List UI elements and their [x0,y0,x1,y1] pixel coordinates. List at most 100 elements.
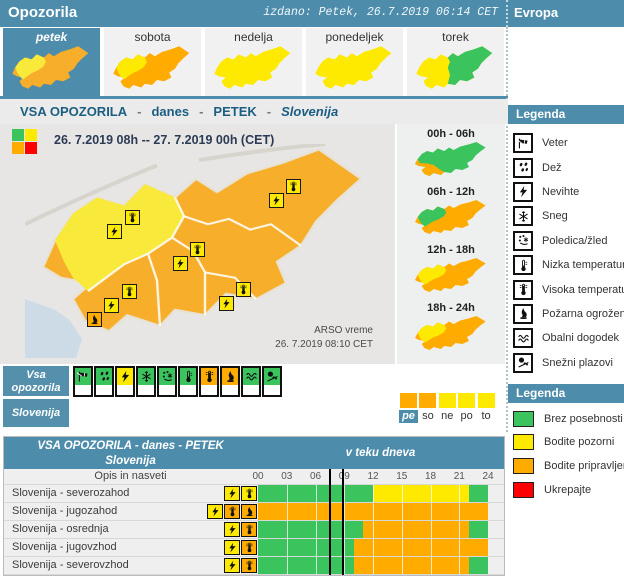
timeline-gridline [344,557,345,574]
ice-icon [513,231,533,251]
timeline-segment-orange [354,557,469,574]
row-region-label[interactable]: Slovenija - jugovzhod [12,541,117,553]
day-label[interactable]: po [457,410,476,423]
wind-icon [75,368,91,385]
timeline-segment-green [258,557,354,574]
timeline-gridline [431,503,432,520]
legend-item-label: Dež [542,162,562,174]
snow-icon [513,206,533,226]
title-sep: - [127,104,151,119]
tab-mini-map-icon [311,45,397,95]
hour-tick-09: 09 [334,471,354,482]
temp_high-icon [513,280,533,300]
day-label[interactable]: pe [399,410,418,423]
day-level-swatch[interactable] [478,393,495,408]
timeline-gridline [316,539,317,556]
tab-torek[interactable]: torek [407,28,504,96]
row-warning-icons [202,504,257,522]
timeline-segment-orange [363,521,468,538]
table-row: Slovenija - jugozahod [4,503,504,521]
legend-item-label: Veter [542,137,568,149]
tab-sobota[interactable]: sobota [104,28,201,96]
day-cell-to[interactable]: to [477,393,496,423]
avalanche-icon [513,353,533,373]
legend-item-ice: Poledica/žled [508,229,624,253]
fire-icon [222,368,238,385]
day-cell-ne[interactable]: ne [438,393,457,423]
main-title: VSA OPOZORILA-danes-PETEK-Slovenija [0,99,508,124]
storm-icon [117,368,133,385]
all-warnings-label: Vsa opozorila [3,366,69,396]
legend-item-label: Nevihte [542,186,579,198]
temp_high-marker-icon [286,179,301,194]
europe-link[interactable]: Evropa [514,5,558,20]
tab-mini-map-icon [412,45,498,95]
temp_high-marker-icon [190,242,205,257]
hour-tick-15: 15 [392,471,412,482]
day-label[interactable]: ne [438,410,457,423]
legend-item-coast: Obalni dogodek [508,326,624,350]
legend-item-snow: Sneg [508,204,624,228]
legend-levels: Legenda Brez posebnostiBodite pozorniBod… [508,384,624,501]
fire-icon [241,504,257,519]
day-level-swatch[interactable] [419,393,436,408]
temp_high-icon [241,558,257,573]
level-label: Bodite pripravljeni [544,460,624,472]
day-level-swatch[interactable] [439,393,456,408]
level-label: Brez posebnosti [544,413,623,425]
timeline-gridline [431,521,432,538]
tab-nedelja[interactable]: nedelja [205,28,302,96]
temp_high-icon [201,368,217,385]
row-region-label[interactable]: Slovenija - osrednja [12,523,109,535]
rain-icon [513,158,533,178]
legend-item-label: Snežni plazovi [542,357,613,369]
ice-icon [159,368,175,385]
tab-petek[interactable]: petek [3,28,100,96]
hour-tick-06: 06 [306,471,326,482]
legend-item-temp_high: Visoka temperatura [508,277,624,301]
level-item-red: Ukrepajte [508,478,624,502]
timeline-segment-green [258,539,354,556]
row-region-label[interactable]: Slovenija - severovzhod [12,559,129,571]
legend-item-wind: Veter [508,131,624,155]
row-warning-icons [202,540,257,558]
row-timeline [258,557,488,574]
timeline-gridline [287,557,288,574]
tab-ponedeljek[interactable]: ponedeljek [306,28,403,96]
day-cell-pe[interactable]: pe [399,393,418,423]
region-label: Slovenija [3,399,69,427]
table-title: VSA OPOZORILA - danes - PETEK [4,439,257,454]
legend-item-label: Sneg [542,210,568,222]
timeline-segment-yellow [373,485,469,502]
title-day: PETEK [213,104,256,119]
table-header: VSA OPOZORILA - danes - PETEK Slovenija … [4,437,504,469]
day-level-swatch[interactable] [458,393,475,408]
day-cell-po[interactable]: po [457,393,476,423]
row-region-label[interactable]: Slovenija - severozahod [12,487,129,499]
warnings-table: VSA OPOZORILA - danes - PETEK Slovenija … [3,436,505,576]
temp_high-icon [224,504,240,519]
row-region-label[interactable]: Slovenija - jugozahod [12,505,117,517]
day-label[interactable]: to [477,410,496,423]
coast-icon [243,368,259,385]
timeline-gridline [459,485,460,502]
day-level-swatch[interactable] [400,393,417,408]
day-cell-so[interactable]: so [418,393,437,423]
timeline-gridline [373,485,374,502]
storm-icon [224,558,240,573]
legend-item-rain: Dež [508,155,624,179]
time-map-12h-18h: 12h - 18h [397,240,505,298]
wind-icon [513,133,533,153]
hour-tick-21: 21 [449,471,469,482]
legend-types-header: Legenda [508,105,624,124]
timeline-segment-green [258,521,363,538]
title-sep: - [189,104,213,119]
level-swatch-green [12,129,24,141]
timeline-gridline [402,521,403,538]
row-timeline [258,521,488,538]
timeline-gridline [459,539,460,556]
day-label[interactable]: so [418,410,437,423]
storm-marker-icon [219,296,234,311]
level-swatch-yellow [513,434,534,450]
storm-icon [224,522,240,537]
